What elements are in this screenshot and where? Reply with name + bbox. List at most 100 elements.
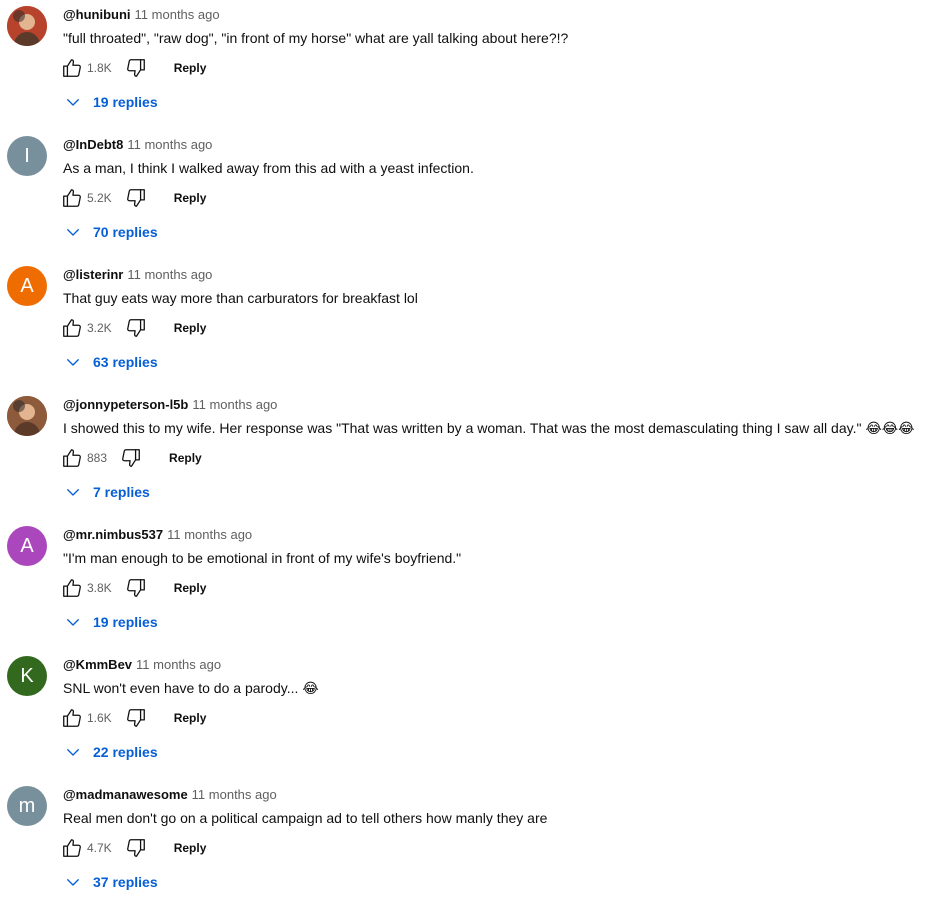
comment-header: @madmanawesome 11 months ago [63, 787, 277, 803]
chevron-down-icon [67, 879, 79, 886]
avatar-initial: I [24, 144, 30, 167]
reply-button[interactable]: Reply [174, 711, 207, 725]
comment-body: As a man, I think I walked away from thi… [63, 160, 474, 176]
thumb-up-icon[interactable] [60, 576, 84, 600]
avatar-letter[interactable]: I [7, 136, 47, 176]
view-replies-button[interactable]: 70 replies [64, 214, 158, 250]
comment-header: @mr.nimbus537 11 months ago [63, 527, 252, 543]
like-count: 1.8K [87, 61, 112, 75]
comment-timestamp[interactable]: 11 months ago [192, 787, 277, 802]
reply-button[interactable]: Reply [174, 841, 207, 855]
avatar-photo[interactable] [7, 396, 47, 436]
comment-body: Real men don't go on a political campaig… [63, 810, 548, 826]
reply-button[interactable]: Reply [174, 581, 207, 595]
comment-emoji: 😂 [302, 681, 319, 697]
comment-timestamp[interactable]: 11 months ago [127, 137, 212, 152]
comment-thread: @jonnypeterson-l5b 11 months ago I showed… [0, 390, 928, 520]
like-count: 1.6K [87, 711, 112, 725]
thumb-down-icon[interactable] [124, 316, 148, 340]
view-replies-button[interactable]: 37 replies [64, 864, 158, 900]
comment-timestamp[interactable]: 11 months ago [136, 657, 221, 672]
comment-actions: 3.2K Reply [60, 310, 206, 346]
avatar-letter[interactable]: m [7, 786, 47, 826]
thumb-down-icon[interactable] [124, 576, 148, 600]
chevron-down-icon [67, 229, 79, 236]
chevron-down-icon [67, 359, 79, 366]
author-name[interactable]: @KmmBev [63, 657, 132, 672]
comment-actions: 1.8K Reply [60, 50, 206, 86]
thumb-up-icon[interactable] [60, 316, 84, 340]
thumb-down-icon[interactable] [124, 186, 148, 210]
thumb-up-icon[interactable] [60, 446, 84, 470]
author-name[interactable]: @hunibuni [63, 7, 131, 22]
comment-text: Real men don't go on a political campaig… [63, 809, 547, 828]
author-name[interactable]: @madmanawesome [63, 787, 188, 802]
author-name[interactable]: @listerinr [63, 267, 123, 282]
avatar-initial: A [20, 274, 34, 297]
chevron-down-icon [67, 619, 79, 626]
thumb-up-icon[interactable] [60, 56, 84, 80]
comment-text: As a man, I think I walked away from thi… [63, 159, 474, 178]
comment-body: "I'm man enough to be emotional in front… [63, 550, 462, 566]
replies-count-label: 63 replies [93, 354, 158, 370]
thumb-up-icon[interactable] [60, 706, 84, 730]
comment-thread: m @madmanawesome 11 months ago Real men d… [0, 780, 928, 910]
comment-text: That guy eats way more than carburators … [63, 289, 418, 308]
like-count: 883 [87, 451, 108, 465]
comment-thread: @hunibuni 11 months ago "full throated", … [0, 0, 928, 130]
replies-count-label: 22 replies [93, 744, 158, 760]
reply-button[interactable]: Reply [174, 61, 207, 75]
reply-button[interactable]: Reply [169, 451, 202, 465]
replies-count-label: 70 replies [93, 224, 158, 240]
comments-list: @hunibuni 11 months ago "full throated", … [0, 0, 928, 910]
comment-header: @jonnypeterson-l5b 11 months ago [63, 397, 277, 413]
comment-body: That guy eats way more than carburators … [63, 290, 418, 306]
comment-actions: 5.2K Reply [60, 180, 206, 216]
thumb-down-icon[interactable] [124, 706, 148, 730]
thumb-down-icon[interactable] [124, 836, 148, 860]
comment-text: "full throated", "raw dog", "in front of… [63, 29, 568, 48]
view-replies-button[interactable]: 22 replies [64, 734, 158, 770]
avatar-letter[interactable]: K [7, 656, 47, 696]
avatar-photo[interactable] [7, 6, 47, 46]
comment-thread: I @InDebt8 11 months ago As a man, I thin… [0, 130, 928, 260]
thumb-down-icon[interactable] [119, 446, 143, 470]
comment-body: SNL won't even have to do a parody... [63, 680, 299, 696]
like-count: 3.8K [87, 581, 112, 595]
comment-header: @KmmBev 11 months ago [63, 657, 221, 673]
view-replies-button[interactable]: 63 replies [64, 344, 158, 380]
avatar-initial: m [18, 794, 36, 817]
avatar-initial: A [20, 534, 34, 557]
avatar-initial: K [20, 664, 34, 687]
like-count: 4.7K [87, 841, 112, 855]
author-name[interactable]: @jonnypeterson-l5b [63, 397, 188, 412]
replies-count-label: 37 replies [93, 874, 158, 890]
avatar-letter[interactable]: A [7, 526, 47, 566]
comment-actions: 3.8K Reply [60, 570, 206, 606]
thumb-down-icon[interactable] [124, 56, 148, 80]
comment-actions: 1.6K Reply [60, 700, 206, 736]
comment-timestamp[interactable]: 11 months ago [127, 267, 212, 282]
replies-count-label: 19 replies [93, 94, 158, 110]
comment-thread: K @KmmBev 11 months ago SNL won't even ha… [0, 650, 928, 780]
thumb-up-icon[interactable] [60, 836, 84, 860]
thumb-up-icon[interactable] [60, 186, 84, 210]
like-count: 5.2K [87, 191, 112, 205]
comment-timestamp[interactable]: 11 months ago [167, 527, 252, 542]
comment-text: SNL won't even have to do a parody... 😂 [63, 679, 319, 698]
reply-button[interactable]: Reply [174, 191, 207, 205]
reply-button[interactable]: Reply [174, 321, 207, 335]
chevron-down-icon [67, 489, 79, 496]
view-replies-button[interactable]: 19 replies [64, 84, 158, 120]
author-name[interactable]: @InDebt8 [63, 137, 123, 152]
author-name[interactable]: @mr.nimbus537 [63, 527, 163, 542]
view-replies-button[interactable]: 7 replies [64, 474, 150, 510]
avatar-letter[interactable]: A [7, 266, 47, 306]
comment-emoji: 😂😂😂 [865, 421, 915, 437]
replies-count-label: 7 replies [93, 484, 150, 500]
comment-timestamp[interactable]: 11 months ago [192, 397, 277, 412]
comment-thread: A @mr.nimbus537 11 months ago "I'm man en… [0, 520, 928, 650]
comment-thread: A @listerinr 11 months ago That guy eats … [0, 260, 928, 390]
view-replies-button[interactable]: 19 replies [64, 604, 158, 640]
comment-timestamp[interactable]: 11 months ago [135, 7, 220, 22]
